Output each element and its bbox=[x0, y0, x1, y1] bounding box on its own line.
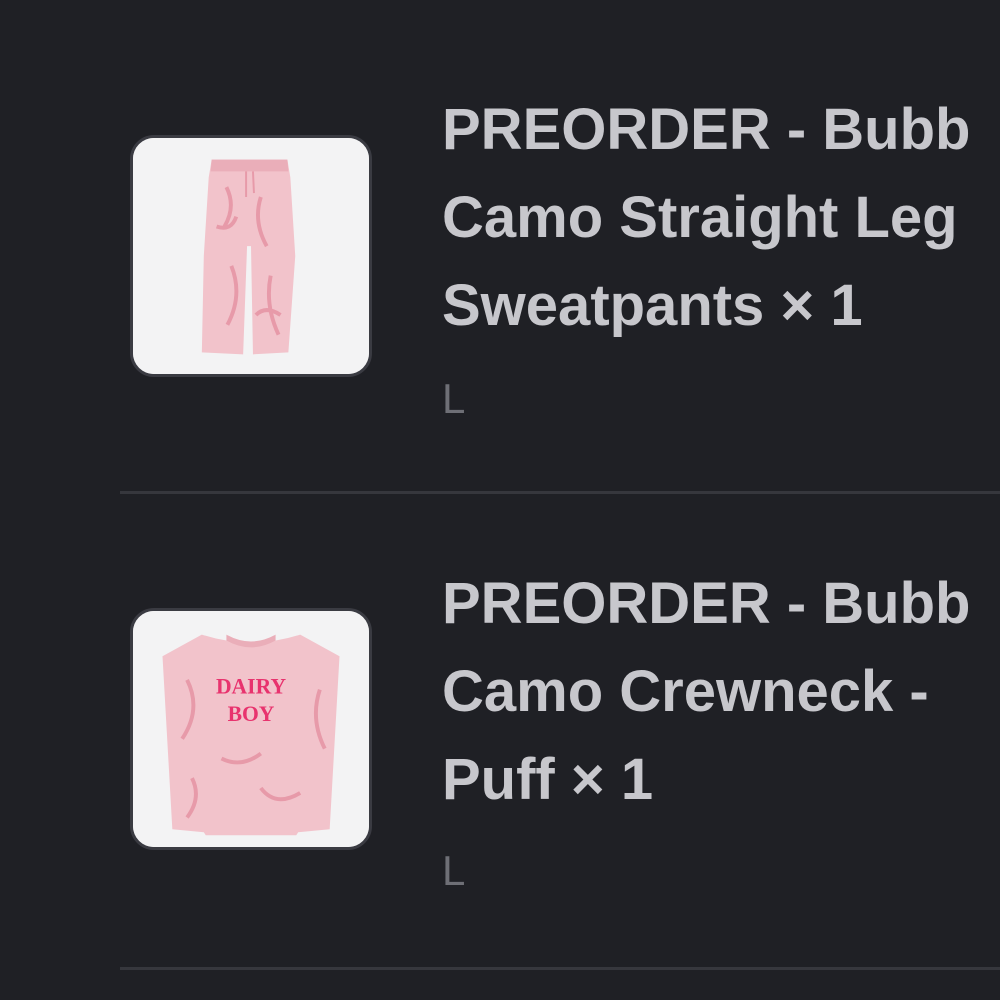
item-title: PREORDER - Bubb Camo Crewneck - Puff × 1 bbox=[442, 571, 971, 812]
crewneck-print-line1: DAIRY bbox=[216, 675, 287, 699]
item-variant: L bbox=[442, 847, 466, 894]
crewneck-print-line2: BOY bbox=[228, 702, 275, 726]
pink-crewneck-image: DAIRY BOY bbox=[133, 611, 369, 847]
order-summary-list: PREORDER - Bubb Camo Straight Leg Sweatp… bbox=[0, 0, 1000, 1000]
divider bbox=[120, 967, 1000, 970]
list-item: DAIRY BOY PREORDER - Bubb Camo Crewneck … bbox=[0, 0, 1000, 894]
product-thumbnail: DAIRY BOY bbox=[130, 608, 372, 850]
divider bbox=[120, 491, 1000, 494]
